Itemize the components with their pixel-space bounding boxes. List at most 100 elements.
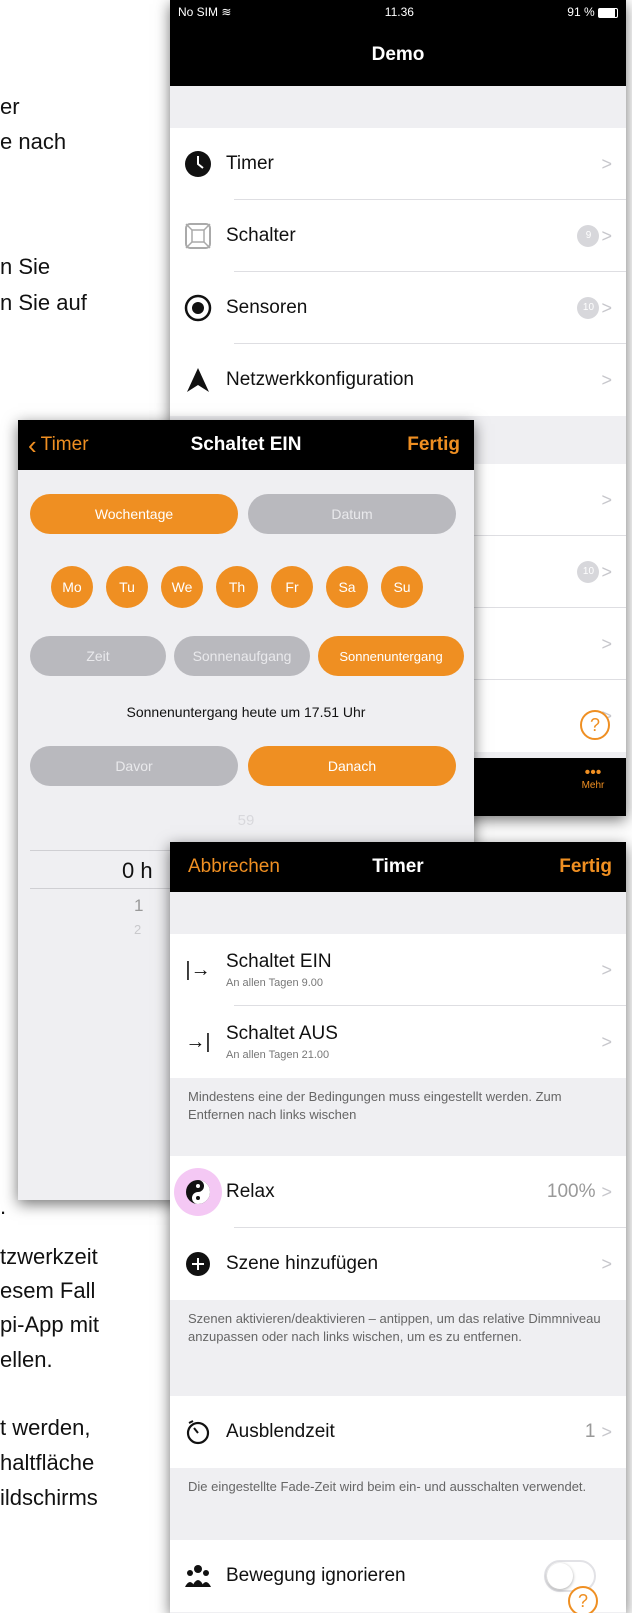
sunrise-toggle[interactable]: Sonnenaufgang <box>174 636 310 676</box>
section-gap <box>170 86 626 128</box>
page-title: Timer <box>372 856 424 877</box>
doc-line: er <box>0 94 20 119</box>
list-item-sensoren[interactable]: Sensoren 10 > <box>170 272 626 344</box>
before-toggle[interactable]: Davor <box>30 746 238 786</box>
day-su[interactable]: Su <box>381 566 423 608</box>
chevron-right-icon: > <box>601 369 612 390</box>
more-dots-icon: ••• <box>584 764 602 781</box>
battery-icon <box>597 7 618 18</box>
chevron-right-icon: > <box>601 225 612 246</box>
help-button[interactable]: ? <box>568 1586 598 1613</box>
fade-time-value: 1 <box>584 1421 596 1442</box>
date-toggle[interactable]: Datum <box>248 494 456 534</box>
list-item-label: Schalter <box>226 225 296 246</box>
tab-label: Mehr <box>581 780 605 791</box>
count-badge: 10 <box>577 561 600 583</box>
carrier-label: No SIM ≋ <box>178 5 232 19</box>
clock-label: 11.36 <box>384 5 414 19</box>
ignore-motion-row: Bewegung ignorieren <box>170 1540 626 1612</box>
chevron-right-icon: > <box>601 959 612 980</box>
doc-line: esem Fall <box>0 1278 96 1303</box>
after-toggle[interactable]: Danach <box>248 746 456 786</box>
chevron-right-icon: > <box>601 561 612 582</box>
list-item-timer[interactable]: Timer > <box>170 128 626 200</box>
back-button[interactable]: ‹ Timer <box>28 432 89 458</box>
hour-picker-next: 1 <box>134 896 144 915</box>
chevron-right-icon: > <box>601 633 612 654</box>
clock-icon <box>170 150 226 178</box>
ignore-motion-label: Bewegung ignorieren <box>226 1565 406 1586</box>
chevron-right-icon: > <box>601 489 612 510</box>
time-toggle[interactable]: Zeit <box>30 636 166 676</box>
sensor-icon <box>170 294 226 322</box>
switch-on-icon: |→ <box>185 958 211 981</box>
nav-bar: Demo <box>170 24 626 86</box>
fade-note: Die eingestellte Fade-Zeit wird beim ein… <box>170 1468 626 1540</box>
page-title: Schaltet EIN <box>190 434 302 455</box>
done-button[interactable]: Fertig <box>559 856 612 878</box>
list-item-label: Timer <box>226 153 274 174</box>
list-item-label: Sensoren <box>226 297 308 318</box>
list-item-label: Netzwerkkonfiguration <box>226 369 414 390</box>
schedule-off-row[interactable]: →| Schaltet AUS An allen Tagen 21.00 > <box>170 1006 626 1078</box>
chevron-right-icon: > <box>601 1421 612 1442</box>
chevron-right-icon: > <box>601 297 612 318</box>
tab-more[interactable]: ••• Mehr <box>560 764 626 792</box>
schedule-on-row[interactable]: |→ Schaltet EIN An allen Tagen 9.00 > <box>170 934 626 1006</box>
doc-line: haltfläche <box>0 1450 95 1475</box>
day-tu[interactable]: Tu <box>106 566 148 608</box>
hour-picker-current[interactable]: 0 h <box>122 858 153 884</box>
help-button[interactable]: ? <box>580 710 610 740</box>
scene-label: Relax <box>226 1181 275 1202</box>
schedule-label: Schaltet EIN <box>226 951 332 972</box>
conditions-note: Mindestens eine der Bedingungen muss ein… <box>170 1078 626 1156</box>
switch-off-icon: →| <box>185 1030 211 1053</box>
day-th[interactable]: Th <box>216 566 258 608</box>
doc-line: pi-App mit <box>0 1312 100 1337</box>
plus-circle-icon <box>170 1251 226 1277</box>
doc-line: . <box>0 1194 7 1219</box>
yin-yang-icon <box>170 1168 226 1216</box>
nav-bar: Abbrechen Timer Fertig <box>170 842 626 892</box>
doc-line: t werden, <box>0 1415 91 1440</box>
doc-line: ildschirms <box>0 1485 98 1510</box>
doc-line: n Sie <box>0 254 51 279</box>
page-title: Demo <box>371 44 425 65</box>
scene-row-relax[interactable]: Relax 100% > <box>170 1156 626 1228</box>
sunset-info: Sonnenuntergang heute um 17.51 Uhr <box>126 704 366 720</box>
picker-value-above: 59 <box>237 812 255 829</box>
schedule-sub: An allen Tagen 9.00 <box>226 977 324 989</box>
weekdays-toggle[interactable]: Wochentage <box>30 494 238 534</box>
wifi-icon: ≋ <box>221 5 232 19</box>
add-scene-row[interactable]: Szene hinzufügen > <box>170 1228 626 1300</box>
timer-icon <box>170 1419 226 1445</box>
fade-time-label: Ausblendzeit <box>226 1421 335 1442</box>
hour-picker-next2: 2 <box>134 922 142 937</box>
network-icon <box>170 367 226 393</box>
doc-line: e nach <box>0 129 67 154</box>
chevron-right-icon: > <box>601 1031 612 1052</box>
day-sa[interactable]: Sa <box>326 566 368 608</box>
status-bar: No SIM ≋ 11.36 91 % <box>170 0 626 24</box>
list-item-netzwerk[interactable]: Netzwerkkonfiguration > <box>170 344 626 416</box>
scene-note: Szenen aktivieren/deaktivieren – antippe… <box>170 1300 626 1396</box>
section-gap <box>170 892 626 934</box>
done-button[interactable]: Fertig <box>407 434 460 456</box>
nav-bar: ‹ Timer Schaltet EIN Fertig <box>18 420 474 470</box>
list-item-schalter[interactable]: Schalter 9 > <box>170 200 626 272</box>
sunset-toggle[interactable]: Sonnenuntergang <box>318 636 464 676</box>
day-fr[interactable]: Fr <box>271 566 313 608</box>
day-we[interactable]: We <box>161 566 203 608</box>
doc-line: tzwerkzeit <box>0 1244 98 1269</box>
cancel-button[interactable]: Abbrechen <box>188 856 280 878</box>
count-badge: 9 <box>577 225 600 247</box>
day-mo[interactable]: Mo <box>51 566 93 608</box>
fade-time-row[interactable]: Ausblendzeit 1 > <box>170 1396 626 1468</box>
switch-icon <box>170 222 226 250</box>
people-icon <box>170 1563 226 1589</box>
chevron-right-icon: > <box>601 1253 612 1274</box>
battery-indicator: 91 % <box>567 5 618 19</box>
chevron-right-icon: > <box>601 1181 612 1202</box>
schedule-sub: An allen Tagen 21.00 <box>226 1049 330 1061</box>
chevron-left-icon: ‹ <box>28 430 37 460</box>
